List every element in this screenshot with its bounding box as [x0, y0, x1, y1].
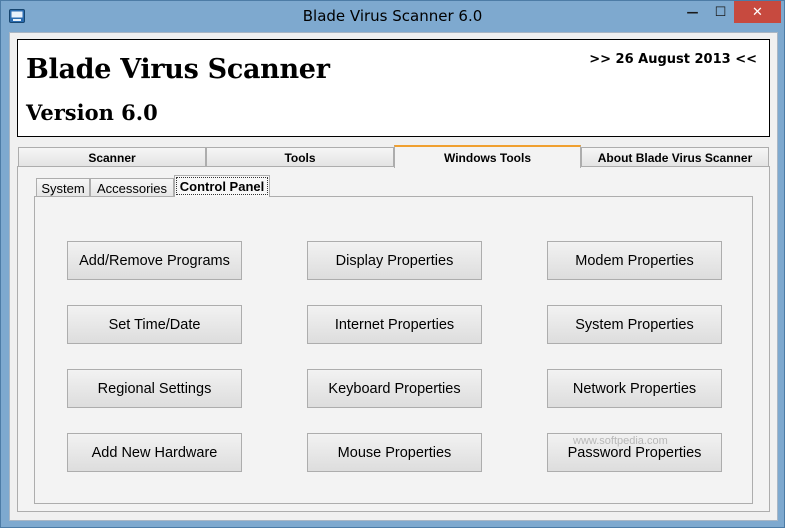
window-title: Blade Virus Scanner 6.0 [302, 7, 483, 25]
windows-tools-panel: System Accessories Control Panel Add/Rem… [17, 166, 770, 512]
header-panel: Blade Virus Scanner Version 6.0 >> 26 Au… [17, 39, 770, 137]
maximize-button[interactable]: ☐ [707, 1, 734, 23]
keyboard-properties-button[interactable]: Keyboard Properties [307, 369, 482, 408]
softpedia-watermark: www.softpedia.com [573, 435, 668, 447]
date-label: >> 26 August 2013 << [589, 52, 757, 67]
minimize-icon: — [686, 5, 699, 19]
tab-windows-tools[interactable]: Windows Tools [394, 145, 581, 168]
set-time-date-button[interactable]: Set Time/Date [67, 305, 242, 344]
tab-label: Windows Tools [444, 150, 531, 165]
network-properties-button[interactable]: Network Properties [547, 369, 722, 408]
subtab-label: Accessories [96, 180, 168, 196]
tab-label: Tools [284, 150, 316, 165]
mouse-properties-button[interactable]: Mouse Properties [307, 433, 482, 472]
subtab-accessories[interactable]: Accessories [90, 178, 174, 197]
regional-settings-button[interactable]: Regional Settings [67, 369, 242, 408]
tab-tools[interactable]: Tools [206, 147, 394, 167]
add-remove-programs-button[interactable]: Add/Remove Programs [67, 241, 242, 280]
app-name-heading: Blade Virus Scanner [26, 54, 330, 85]
tab-label: About Blade Virus Scanner [597, 150, 753, 165]
title-bar[interactable]: Blade Virus Scanner 6.0 — ☐ ✕ [1, 1, 784, 32]
internet-properties-button[interactable]: Internet Properties [307, 305, 482, 344]
add-new-hardware-button[interactable]: Add New Hardware [67, 433, 242, 472]
tab-scanner[interactable]: Scanner [18, 147, 206, 167]
client-area: Blade Virus Scanner Version 6.0 >> 26 Au… [9, 32, 778, 521]
system-properties-button[interactable]: System Properties [547, 305, 722, 344]
display-properties-button[interactable]: Display Properties [307, 241, 482, 280]
tab-about[interactable]: About Blade Virus Scanner [581, 147, 769, 167]
version-label: Version 6.0 [26, 100, 158, 125]
tab-label: Scanner [88, 150, 136, 165]
close-icon: ✕ [752, 4, 763, 20]
sub-tab-strip: System Accessories Control Panel [36, 175, 336, 197]
subtab-label: Control Panel [179, 179, 265, 194]
subtab-control-panel[interactable]: Control Panel [174, 175, 270, 197]
minimize-button[interactable]: — [678, 1, 707, 23]
control-panel-area: Add/Remove Programs Display Properties M… [34, 196, 753, 504]
main-tab-strip: Scanner Tools Windows Tools About Blade … [17, 145, 770, 168]
maximize-icon: ☐ [714, 4, 727, 20]
close-button[interactable]: ✕ [734, 1, 781, 23]
modem-properties-button[interactable]: Modem Properties [547, 241, 722, 280]
app-window: Blade Virus Scanner 6.0 — ☐ ✕ Blade Viru… [0, 0, 785, 528]
subtab-label: System [41, 180, 85, 196]
subtab-system[interactable]: System [36, 178, 90, 197]
